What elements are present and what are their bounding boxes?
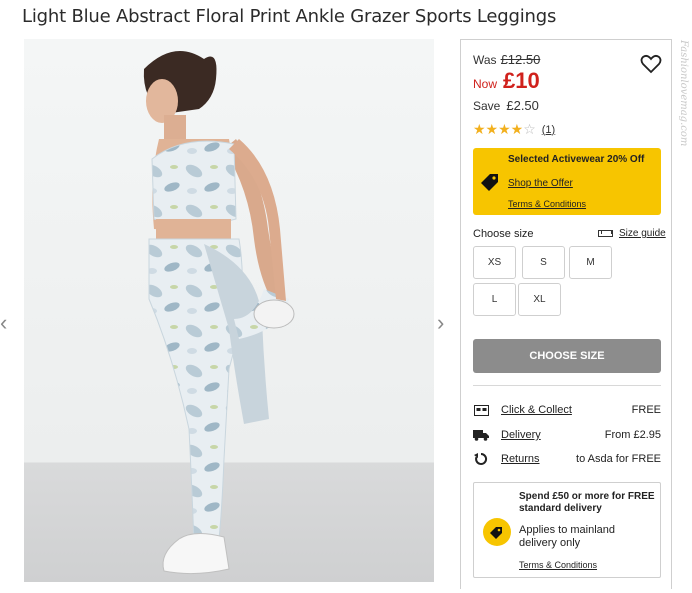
- truck-icon: [473, 428, 489, 442]
- size-option-xl[interactable]: XL: [518, 283, 561, 316]
- review-count-link[interactable]: (1): [542, 124, 555, 136]
- promo-terms-link[interactable]: Terms & Conditions: [519, 560, 597, 570]
- price-tag-icon: [483, 518, 511, 546]
- click-collect-link[interactable]: Click & Collect: [501, 404, 572, 416]
- click-collect-value: FREE: [631, 404, 661, 416]
- store-icon: [473, 403, 489, 417]
- product-title: Light Blue Abstract Floral Print Ankle G…: [22, 6, 557, 27]
- delivery-link[interactable]: Delivery: [501, 429, 541, 441]
- gallery-prev-arrow[interactable]: ‹: [0, 312, 7, 334]
- watermark: Fashionlovemag.com: [678, 40, 689, 147]
- now-label: Now: [473, 77, 498, 91]
- size-guide-link[interactable]: Size guide: [598, 228, 666, 239]
- save-amount: £2.50: [506, 98, 539, 113]
- star-rating-icon: ★★★★☆: [473, 121, 536, 138]
- was-amount: £12.50: [500, 52, 541, 67]
- promo-title: Spend £50 or more for FREE standard deli…: [519, 491, 655, 514]
- delivery-value: From £2.95: [604, 429, 661, 441]
- now-amount: £10: [503, 68, 540, 93]
- save-price: Save £2.50: [473, 98, 539, 113]
- was-price: Was £12.50: [473, 52, 540, 67]
- ruler-icon: [598, 230, 613, 237]
- shop-offer-link[interactable]: Shop the Offer: [508, 178, 573, 189]
- offer-terms-link[interactable]: Terms & Conditions: [508, 199, 586, 209]
- promo-text: Applies to mainland delivery only: [519, 524, 616, 549]
- delivery-row-delivery: Delivery From £2.95: [473, 426, 661, 444]
- free-delivery-promo: Spend £50 or more for FREE standard deli…: [473, 482, 661, 578]
- was-label: Was: [473, 53, 497, 67]
- size-option-xs[interactable]: XS: [473, 246, 516, 279]
- save-label: Save: [473, 99, 501, 113]
- size-guide-label: Size guide: [619, 228, 666, 239]
- empty-stars: ☆: [523, 121, 536, 137]
- now-price: Now £10: [473, 68, 540, 94]
- choose-size-button[interactable]: CHOOSE SIZE: [473, 339, 661, 373]
- price-tag-icon: [479, 171, 501, 193]
- returns-link[interactable]: Returns: [501, 453, 540, 465]
- returns-icon: [473, 452, 489, 466]
- offer-title: Selected Activewear 20% Off: [508, 154, 645, 165]
- divider: [473, 385, 661, 386]
- filled-stars: ★★★★: [473, 121, 524, 137]
- purchase-panel: Was £12.50 Now £10 Save £2.50 ★★★★☆ (1) Sel…: [460, 39, 672, 589]
- gallery-next-arrow[interactable]: ›: [437, 312, 444, 334]
- rating: ★★★★☆ (1): [473, 121, 555, 138]
- choose-size-label: Choose size: [473, 228, 534, 240]
- size-option-m[interactable]: M: [569, 246, 612, 279]
- size-option-s[interactable]: S: [522, 246, 565, 279]
- product-image[interactable]: [24, 39, 434, 582]
- size-option-l[interactable]: L: [473, 283, 516, 316]
- delivery-row-click-collect: Click & Collect FREE: [473, 401, 661, 419]
- offer-banner: Selected Activewear 20% Off Shop the Off…: [473, 148, 661, 215]
- wishlist-heart-icon[interactable]: [640, 54, 662, 74]
- delivery-row-returns: Returns to Asda for FREE: [473, 450, 661, 468]
- returns-value: to Asda for FREE: [576, 453, 661, 465]
